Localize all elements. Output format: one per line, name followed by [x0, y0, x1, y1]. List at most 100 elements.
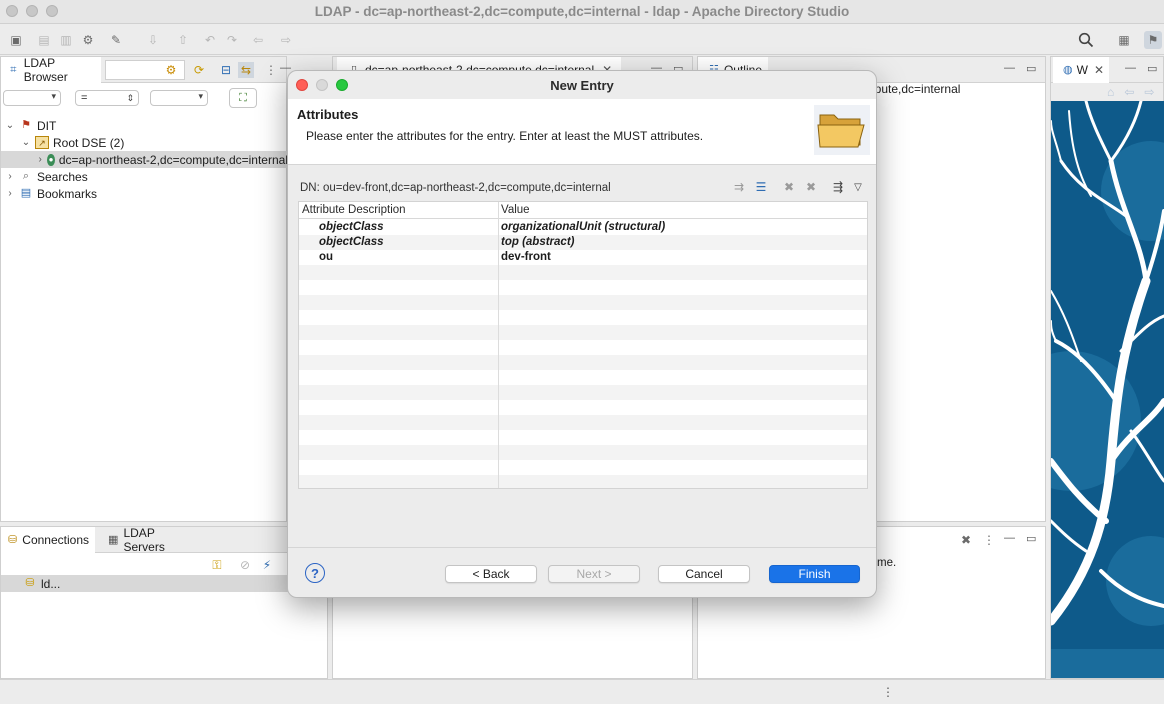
- next-edit-icon[interactable]: ↷: [224, 32, 240, 48]
- tree-node-root-dse[interactable]: ⌄ ↗ Root DSE (2): [21, 134, 125, 151]
- attribute-cell[interactable]: ou: [319, 251, 333, 263]
- finish-button[interactable]: Finish: [769, 565, 860, 583]
- chevron-down-icon: ▾: [198, 91, 203, 101]
- attribute-filter-select[interactable]: ▾: [3, 90, 61, 106]
- tree-node-searches[interactable]: › ⌕ Searches: [5, 168, 87, 185]
- connection-item[interactable]: ⛁ ld...: [1, 575, 288, 592]
- previous-edit-icon[interactable]: ↶: [202, 32, 218, 48]
- minimize-view-icon[interactable]: —: [1125, 62, 1136, 74]
- column-header-value[interactable]: Value: [501, 204, 530, 216]
- dialog-header-description: Please enter the attributes for the entr…: [306, 129, 704, 143]
- maximize-view-icon[interactable]: ▭: [1026, 62, 1036, 75]
- save-icon[interactable]: ▤: [36, 32, 52, 48]
- forward-icon[interactable]: ⇨: [1144, 85, 1154, 99]
- connect-icon[interactable]: ⚡: [259, 557, 275, 573]
- value-cell[interactable]: organizationalUnit (structural): [501, 221, 665, 233]
- maximize-view-icon[interactable]: ▭: [1147, 62, 1157, 75]
- window-minimize-button[interactable]: [26, 5, 38, 17]
- root-dse-icon: ↗: [35, 136, 49, 149]
- minimize-view-icon[interactable]: —: [1004, 532, 1015, 544]
- empty-table-row: [299, 355, 867, 370]
- collapse-all-icon[interactable]: ⊟: [218, 62, 234, 78]
- empty-table-row: [299, 265, 867, 280]
- print-icon[interactable]: ▥: [58, 32, 74, 48]
- connect-icon[interactable]: ✎: [108, 32, 124, 48]
- tab-ldap-browser[interactable]: ⌗ LDAP Browser: [1, 56, 101, 84]
- dialog-zoom-button[interactable]: [336, 79, 348, 91]
- ldap-perspective-icon[interactable]: ⚑: [1144, 31, 1162, 49]
- delete-icon[interactable]: ✖: [781, 179, 797, 195]
- window-close-button[interactable]: [6, 5, 18, 17]
- table-row[interactable]: objectClass top (abstract): [299, 235, 867, 250]
- forward-icon[interactable]: ⇨: [278, 32, 294, 48]
- globe-icon: ◍: [1063, 63, 1073, 76]
- new-connection-icon[interactable]: ⚿: [209, 557, 225, 573]
- operator-select[interactable]: = ⇕: [75, 90, 139, 106]
- value-cell[interactable]: dev-front: [501, 251, 551, 263]
- welcome-artwork: [1051, 101, 1164, 678]
- help-button[interactable]: ?: [305, 563, 325, 583]
- status-menu-icon[interactable]: ⋮: [882, 685, 894, 699]
- value-cell[interactable]: top (abstract): [501, 236, 574, 248]
- export-icon[interactable]: ⇧: [175, 32, 191, 48]
- attributes-table[interactable]: Attribute Description Value objectClass o…: [298, 201, 868, 489]
- link-with-editor-icon[interactable]: ⇆: [238, 62, 254, 78]
- value-filter-select[interactable]: ▾: [150, 90, 208, 106]
- window-title: LDAP - dc=ap-northeast-2,dc=compute,dc=i…: [314, 4, 850, 19]
- import-icon[interactable]: ⇩: [145, 32, 161, 48]
- view-menu-icon[interactable]: ⋮: [263, 62, 279, 78]
- chevron-right-icon[interactable]: ›: [5, 171, 15, 182]
- new-wizard-icon[interactable]: ▣: [8, 32, 24, 48]
- tab-connections[interactable]: ⛁ Connections: [1, 527, 95, 553]
- delete-all-icon[interactable]: ✖: [803, 179, 819, 195]
- tab-welcome[interactable]: ◍ W ✕: [1053, 57, 1109, 83]
- close-icon[interactable]: ✕: [1094, 63, 1104, 77]
- attribute-cell[interactable]: objectClass: [319, 221, 384, 233]
- disconnect-icon[interactable]: ⊘: [237, 557, 253, 573]
- tab-connections-label: Connections: [22, 533, 89, 547]
- cancel-button[interactable]: Cancel: [658, 565, 750, 583]
- apply-filter-button[interactable]: ⛶: [229, 88, 257, 108]
- connections-panel: ⛁ Connections ▦ LDAP Servers ⚿ ⊘ ⚡ ⛁ ld.…: [0, 526, 328, 679]
- main-toolbar: ▣ ▤ ▥ ⚙ ✎ ⇩ ⇧ ↶ ↷ ⇦ ⇨ ▦ ⚑: [0, 25, 1164, 55]
- next-button: Next >: [548, 565, 640, 583]
- attribute-cell[interactable]: objectClass: [319, 236, 384, 248]
- empty-table-row: [299, 370, 867, 385]
- minimize-view-icon[interactable]: —: [1004, 62, 1015, 74]
- tab-ldap-servers[interactable]: ▦ LDAP Servers: [97, 526, 197, 554]
- column-header-attribute[interactable]: Attribute Description: [302, 204, 406, 216]
- empty-table-row: [299, 325, 867, 340]
- chevron-down-icon[interactable]: ▽: [850, 179, 866, 195]
- back-icon[interactable]: ⇦: [250, 32, 266, 48]
- view-menu-icon[interactable]: ⋮: [981, 532, 997, 548]
- dialog-header-title: Attributes: [297, 107, 359, 122]
- back-button[interactable]: < Back: [445, 565, 537, 583]
- tab-ldap-browser-label: LDAP Browser: [23, 56, 68, 84]
- open-perspective-icon[interactable]: ▦: [1116, 32, 1132, 48]
- maximize-view-icon[interactable]: ▭: [1026, 532, 1036, 545]
- window-zoom-button[interactable]: [46, 5, 58, 17]
- new-attribute-icon[interactable]: ⇉: [731, 179, 747, 195]
- gear-icon[interactable]: ⚙: [80, 32, 96, 48]
- home-icon[interactable]: ⌂: [1107, 85, 1114, 99]
- folder-icon: [814, 105, 870, 155]
- tree-node-entry[interactable]: › ● dc=ap-northeast-2,dc=compute,dc=inte…: [1, 151, 288, 168]
- table-row[interactable]: objectClass organizationalUnit (structura…: [299, 220, 867, 235]
- dialog-close-button[interactable]: [296, 79, 308, 91]
- chevron-right-icon[interactable]: ›: [5, 188, 15, 199]
- link-icon[interactable]: ⚙: [163, 62, 179, 78]
- search-icon[interactable]: [1078, 32, 1094, 48]
- refresh-icon[interactable]: ⟳: [191, 62, 207, 78]
- chevron-right-icon[interactable]: ›: [37, 154, 43, 165]
- chevron-down-icon[interactable]: ⌄: [21, 137, 31, 148]
- chevron-down-icon[interactable]: ⌄: [5, 120, 15, 131]
- table-row[interactable]: ou dev-front: [299, 250, 867, 265]
- column-divider: [498, 202, 499, 488]
- welcome-tabbar: ◍ W ✕ — ▭: [1051, 57, 1163, 83]
- tree-node-bookmarks[interactable]: › ▤ Bookmarks: [5, 185, 97, 202]
- back-icon[interactable]: ⇦: [1124, 85, 1134, 99]
- show-options-icon[interactable]: ⇶: [830, 179, 846, 195]
- new-value-icon[interactable]: ☰: [753, 179, 769, 195]
- tree-node-dit[interactable]: ⌄ ⚑ DIT: [5, 117, 57, 134]
- remove-all-icon[interactable]: ✖: [958, 532, 974, 548]
